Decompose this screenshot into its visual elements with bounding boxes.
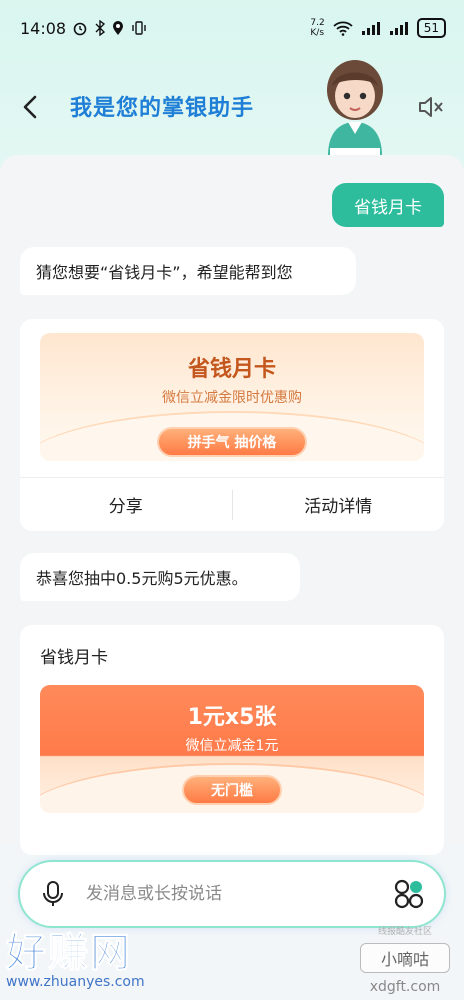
alarm-icon: [73, 22, 87, 36]
coupon-subtitle: 微信立减金限时优惠购: [162, 390, 302, 406]
card-actions: 分享 活动详情: [20, 477, 444, 531]
microphone-icon[interactable]: [38, 879, 68, 909]
promo-card: 省钱月卡 微信立减金限时优惠购 拼手气 抽价格 分享 活动详情: [20, 319, 444, 531]
share-button[interactable]: 分享: [20, 492, 232, 517]
net-speed: 7.2 K/s: [310, 18, 324, 38]
apps-grid-icon[interactable]: [392, 877, 426, 911]
net-speed-value: 7.2: [310, 18, 325, 28]
status-time: 14:08: [20, 18, 67, 38]
result-card: 省钱月卡 1元x5张 微信立减金1元 无门槛: [20, 625, 444, 855]
battery-indicator: 51: [416, 18, 446, 38]
bot-message-bubble: 猜您想要“省钱月卡”，希望能帮到您: [20, 247, 356, 295]
mute-speaker-icon[interactable]: [416, 92, 446, 122]
watermark-community: 线报酷友社区: [377, 927, 432, 937]
voucher-subtitle: 微信立减金1元: [185, 738, 279, 754]
watermark-url: www.zhuanyes.com: [6, 974, 145, 990]
no-threshold-badge[interactable]: 无门槛: [182, 775, 282, 805]
result-card-title: 省钱月卡: [40, 648, 108, 668]
watermark-domain: xdgft.com: [369, 979, 441, 995]
status-bar: 14:08 7.2 K/s 51: [0, 0, 464, 56]
status-left: 14:08: [20, 19, 148, 38]
message-input[interactable]: [86, 884, 392, 904]
back-arrow-icon[interactable]: [16, 92, 46, 122]
watermark-logo-text: 好赚网: [6, 930, 132, 977]
activity-details-button[interactable]: 活动详情: [233, 492, 445, 517]
header: 我是您的掌银助手: [0, 56, 464, 156]
voucher-title: 1元x5张: [187, 705, 277, 730]
coupon-title: 省钱月卡: [187, 357, 276, 382]
signal-icon-2: [389, 22, 408, 35]
user-message-bubble: 省钱月卡: [332, 183, 444, 227]
chat-area: 省钱月卡 猜您想要“省钱月卡”，希望能帮到您 省钱月卡 微信立减金限时优惠购 拼…: [0, 155, 464, 855]
assistant-avatar: [327, 60, 383, 156]
draw-price-button[interactable]: 拼手气 抽价格: [157, 427, 307, 457]
status-right: 7.2 K/s 51: [310, 18, 446, 38]
bluetooth-icon: [95, 20, 106, 36]
watermark-right: 线报酷友社区 小嘀咕 xdgft.com: [360, 924, 450, 995]
location-icon: [113, 21, 124, 35]
coupon-banner[interactable]: 省钱月卡 微信立减金限时优惠购 拼手气 抽价格: [40, 333, 424, 461]
page-title: 我是您的掌银助手: [70, 96, 255, 121]
watermark-left: 好赚网 www.zhuanyes.com: [6, 920, 196, 1000]
voucher-banner[interactable]: 1元x5张 微信立减金1元 无门槛: [40, 685, 424, 813]
message-input-bar: [20, 862, 444, 926]
signal-icon: [361, 22, 380, 35]
net-speed-unit: K/s: [310, 28, 325, 38]
vibrate-icon: [132, 21, 146, 35]
watermark-brand: 小嘀咕: [360, 943, 450, 973]
wifi-icon: [333, 21, 353, 36]
bot-message-bubble-2: 恭喜您抽中0.5元购5元优惠。: [20, 553, 300, 601]
